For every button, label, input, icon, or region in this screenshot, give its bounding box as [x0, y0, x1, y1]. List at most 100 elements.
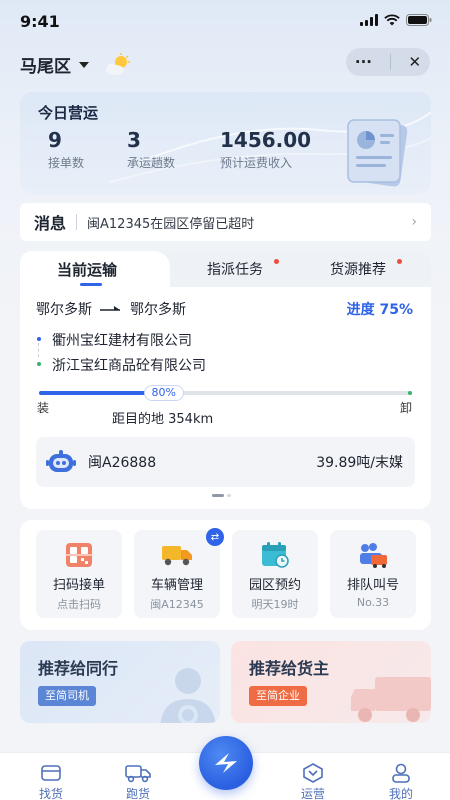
system-icons [360, 14, 432, 26]
chevron-right-icon: › [411, 214, 417, 230]
stat-income-value: 1456.00 [220, 128, 312, 152]
stat-orders-label: 接单数 [48, 156, 85, 170]
recommend-to-shipper-card[interactable]: 推荐给货主 至简企业 [231, 641, 431, 723]
arrow-right-icon [100, 306, 120, 311]
tabbar-operation[interactable]: 运营 [283, 763, 343, 800]
service-queue-sub: No.33 [356, 596, 390, 609]
tabbar-run-goods[interactable]: 跑货 [108, 763, 168, 800]
signal-icon [360, 14, 378, 26]
vehicle-info: 闽A26888 [46, 449, 156, 475]
transport-card: 当前运输 指派任务 货源推荐 鄂尔多斯 鄂尔多斯 进度 75% 衢州宝红建材有限… [20, 251, 431, 509]
services-card: 扫码接单 点击扫码 车辆管理 闽A12345 ⇄ 园区预约 明天19时 排队叫号… [20, 520, 431, 630]
today-ops-card[interactable]: 今日营运 9 接单数 3 承运趟数 1456.00 预计运费收入 [20, 92, 431, 194]
service-park-booking[interactable]: 园区预约 明天19时 [232, 530, 318, 618]
close-button[interactable]: ✕ [409, 53, 422, 71]
tabbar-run-goods-label: 跑货 [125, 787, 150, 800]
origin-dot [37, 337, 41, 341]
destination-dot [37, 362, 41, 366]
vehicle-plate: 闽A26888 [88, 455, 157, 471]
report-illustration-icon [347, 119, 408, 187]
stat-trips: 3 承运趟数 [127, 128, 175, 171]
route-connector [38, 343, 39, 357]
calendar-icon [260, 542, 290, 568]
cargo-info: 39.89吨/末媒 [316, 455, 403, 471]
stat-trips-value: 3 [127, 128, 141, 152]
receiver-company: 浙江宝红商品砼有限公司 [52, 358, 206, 374]
load-label: 装 [37, 401, 50, 415]
queue-icon [357, 542, 389, 568]
active-tab-indicator [80, 283, 102, 286]
service-vehicle-label: 车辆管理 [150, 578, 203, 593]
chevron-down-icon [79, 61, 89, 68]
vehicle-row[interactable]: 闽A26888 39.89吨/末媒 [36, 437, 415, 487]
swap-icon[interactable]: ⇄ [206, 528, 224, 546]
service-vehicle-management[interactable]: 车辆管理 闽A12345 [134, 530, 220, 618]
route: 鄂尔多斯 鄂尔多斯 [36, 299, 186, 319]
status-bar: 9:41 [0, 0, 450, 42]
pager-dot-active [212, 494, 224, 497]
more-button[interactable]: ··· [355, 53, 372, 71]
tab-current-transport[interactable]: 当前运输 [57, 259, 117, 280]
recommend-to-peers-card[interactable]: 推荐给同行 至简司机 [20, 641, 220, 723]
operation-icon [303, 763, 323, 783]
tab-cargo-recommend[interactable]: 货源推荐 [330, 259, 386, 279]
service-queue-number[interactable]: 排队叫号 No.33 [330, 530, 416, 618]
service-booking-sub: 明天19时 [251, 598, 299, 611]
tabbar-profile-label: 我的 [388, 787, 413, 800]
robot-avatar-icon [46, 450, 76, 472]
stat-income-label: 预计运费收入 [220, 156, 293, 170]
recommend-shipper-button[interactable]: 至简企业 [249, 686, 307, 706]
message-divider [76, 214, 78, 230]
stat-orders-value: 9 [48, 128, 62, 152]
route-destination: 鄂尔多斯 [130, 302, 186, 318]
shipper-company: 衢州宝红建材有限公司 [52, 333, 192, 349]
distance-to-destination: 距目的地 354km [112, 412, 214, 427]
progress-label: 进度 75% [346, 302, 413, 318]
stat-income: 1456.00 预计运费收入 [220, 128, 311, 171]
battery-icon [406, 14, 432, 26]
stat-trips-label: 承运趟数 [127, 156, 176, 170]
message-bar[interactable]: 消息 闽A12345在园区停留已超时 › [20, 203, 431, 241]
message-text: 闽A12345在园区停留已超时 [87, 216, 255, 232]
tabbar-operation-label: 运营 [300, 787, 325, 800]
location-label: 马尾区 [20, 57, 71, 77]
location-selector[interactable]: 马尾区 [20, 52, 133, 77]
pager-dot [227, 494, 231, 497]
unload-label: 卸 [400, 401, 413, 415]
recommend-peers-button[interactable]: 至简司机 [38, 686, 96, 706]
qr-scan-icon [65, 542, 93, 568]
ops-title: 今日营运 [38, 104, 99, 122]
truck-illustration-icon [351, 677, 431, 722]
status-time: 9:41 [20, 12, 60, 31]
mini-program-capsule: ··· ✕ [346, 48, 430, 76]
tabbar-find-goods[interactable]: 找货 [21, 763, 81, 800]
find-goods-icon [41, 765, 61, 781]
service-scan-label: 扫码接单 [52, 578, 105, 593]
tabbar-find-goods-label: 找货 [38, 787, 63, 800]
profile-icon [392, 763, 410, 783]
service-scan-order[interactable]: 扫码接单 点击扫码 [36, 530, 122, 618]
capsule-divider [389, 54, 391, 70]
message-label: 消息 [34, 214, 67, 233]
progress-track [40, 391, 410, 395]
route-origin: 鄂尔多斯 [36, 302, 92, 318]
weather-icon [106, 52, 130, 75]
recommend-peers-title: 推荐给同行 [38, 659, 119, 678]
track-start-dot [39, 391, 43, 395]
tab-assigned-tasks[interactable]: 指派任务 [207, 259, 263, 279]
service-booking-label: 园区预约 [248, 578, 301, 593]
wifi-icon [384, 14, 400, 26]
progress-badge: 80% [143, 385, 184, 401]
progress-fill [40, 391, 150, 395]
tabbar-profile[interactable]: 我的 [371, 763, 431, 800]
driver-illustration-icon [160, 668, 216, 723]
cargo-recommend-badge-dot [397, 259, 402, 264]
carousel-pager [212, 494, 231, 497]
logo-icon [215, 753, 237, 773]
run-goods-icon [125, 765, 151, 783]
center-action-button[interactable] [199, 736, 253, 790]
service-queue-label: 排队叫号 [346, 578, 399, 593]
truck-icon [161, 542, 193, 568]
service-scan-sub: 点击扫码 [57, 598, 101, 611]
track-end-dot [408, 391, 412, 395]
